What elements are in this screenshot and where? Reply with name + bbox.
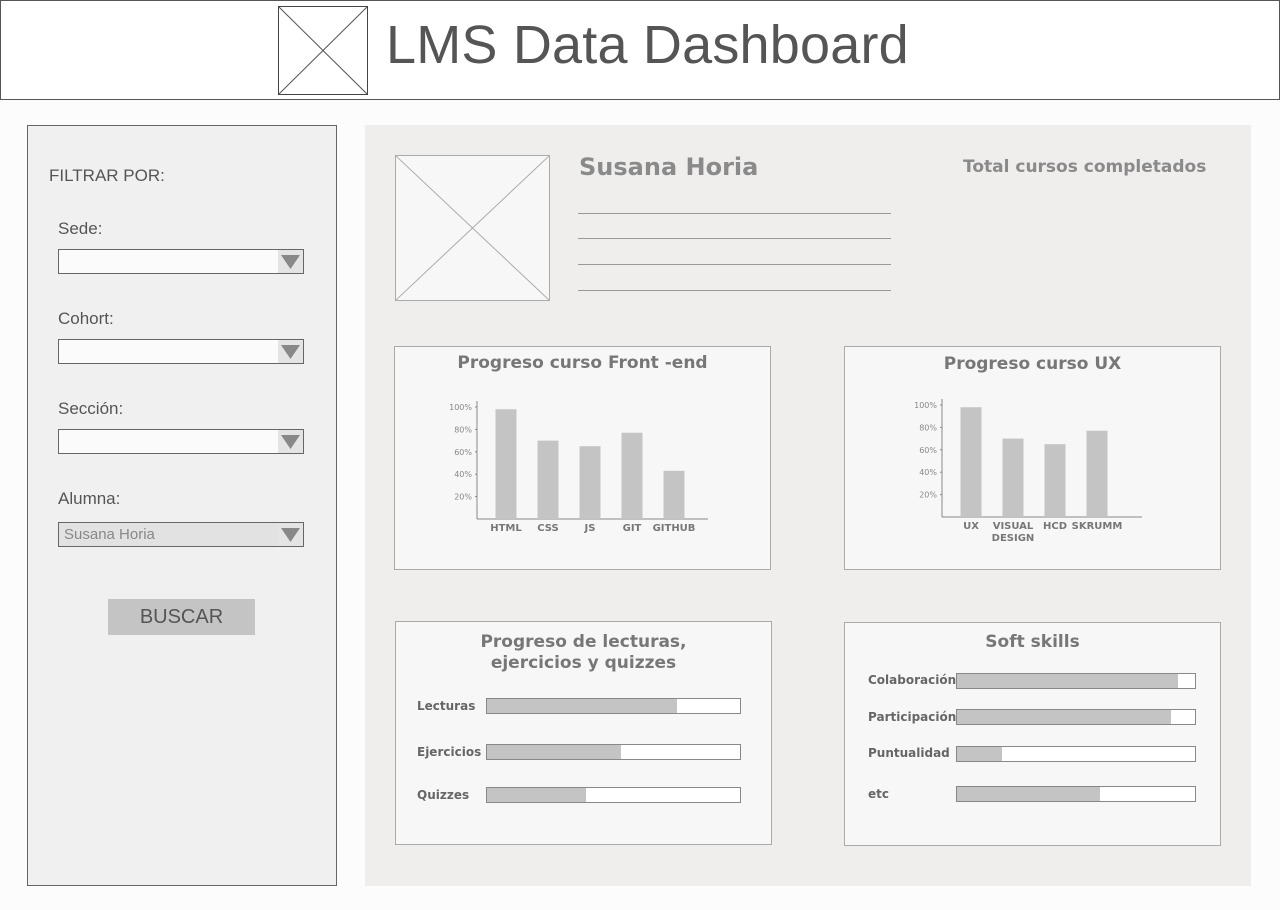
info-line <box>578 213 891 214</box>
quizzes-label: Quizzes <box>417 788 470 802</box>
info-line <box>578 238 891 239</box>
puntualidad-progress-bar <box>956 746 1196 762</box>
cohort-label: Cohort: <box>58 309 114 328</box>
alumna-label: Alumna: <box>58 489 121 508</box>
participacion-progress-bar <box>956 709 1196 725</box>
app-header: LMS Data Dashboard <box>0 0 1280 100</box>
y-tick-label: 100% <box>449 403 472 412</box>
y-tick-label: 80% <box>919 423 937 432</box>
info-line <box>578 264 891 265</box>
progress-fill <box>487 788 586 802</box>
bar-git <box>621 432 643 519</box>
filter-heading: FILTRAR POR: <box>49 166 165 185</box>
sede-label: Sede: <box>58 219 103 238</box>
search-button[interactable]: BUSCAR <box>108 599 255 635</box>
lecturas-progress-bar <box>486 698 741 714</box>
x-tick-label: HCD <box>1043 521 1067 532</box>
y-tick-label: 80% <box>454 425 472 434</box>
bar-html <box>495 409 517 519</box>
y-tick-label: 100% <box>914 401 937 410</box>
frontend-bar-chart: 20% 40% 60% 80% 100% HTML CSS JS GIT GITHUB <box>449 401 708 534</box>
filter-sidebar: FILTRAR POR: Sede: Cohort: Sección: Alum… <box>27 125 337 886</box>
bar-js <box>579 446 601 519</box>
progress-fill <box>957 747 1003 761</box>
etc-progress-bar <box>956 786 1196 802</box>
ux-bar-chart: 20% 40% 60% 80% 100% UX VISUALDESIGN HCD SKRUMM <box>914 399 1142 544</box>
progress-fill <box>487 745 622 759</box>
progress-fill <box>487 699 677 713</box>
soft-skills-title: Soft skills <box>985 632 1080 652</box>
chevron-down-icon <box>278 250 303 273</box>
y-tick-label: 20% <box>454 493 472 502</box>
x-tick-label: GITHUB <box>653 523 696 534</box>
chevron-down-icon <box>278 340 303 363</box>
soft-skills-card: Soft skills Colaboración Participación P… <box>844 622 1221 846</box>
alumna-select[interactable]: Susana Horia <box>58 522 304 547</box>
x-tick-label: JS <box>584 523 596 534</box>
colaboracion-label: Colaboración <box>868 673 957 687</box>
readings-title-line1: Progreso de lecturas, <box>480 632 687 652</box>
progress-fill <box>957 710 1172 724</box>
app-title: LMS Data Dashboard <box>386 15 909 75</box>
ux-progress-card: Progreso curso UX 20% 40% 60% 80% 100% UX VISU… <box>844 346 1221 570</box>
chevron-down-icon <box>278 523 303 546</box>
bar-ux <box>960 407 982 517</box>
image-placeholder-icon <box>278 6 368 95</box>
y-tick-label: 40% <box>454 470 472 479</box>
ejercicios-label: Ejercicios <box>417 745 482 759</box>
quizzes-progress-bar <box>486 787 741 803</box>
readings-progress-card: Progreso de lecturas, ejercicios y quizz… <box>395 621 772 845</box>
progress-fill <box>957 787 1100 801</box>
bar-github <box>663 470 685 519</box>
readings-title-line2: ejercicios y quizzes <box>490 653 677 673</box>
x-tick-label: GIT <box>623 523 642 534</box>
sede-select[interactable] <box>58 249 304 274</box>
image-placeholder-icon <box>395 155 550 301</box>
x-tick-label: DESIGN <box>992 533 1035 544</box>
participacion-label: Participación <box>868 710 957 724</box>
student-name: Susana Horia <box>579 153 759 181</box>
bar-hcd <box>1044 444 1066 517</box>
cohort-select[interactable] <box>58 339 304 364</box>
y-tick-label: 60% <box>454 448 472 457</box>
lecturas-label: Lecturas <box>417 699 476 713</box>
student-dashboard: Susana Horia Total cursos completados Pr… <box>365 125 1251 886</box>
etc-label: etc <box>868 787 889 801</box>
info-line <box>578 290 891 291</box>
x-tick-label: VISUAL <box>993 521 1034 532</box>
x-tick-label: CSS <box>537 523 558 534</box>
colaboracion-progress-bar <box>956 673 1196 689</box>
y-tick-label: 40% <box>919 468 937 477</box>
x-tick-label: SKRUMM <box>1072 521 1123 532</box>
frontend-progress-card: Progreso curso Front -end 20% 40% 60% 80% 10… <box>394 346 771 570</box>
y-tick-label: 20% <box>919 491 937 500</box>
progress-fill <box>957 674 1179 688</box>
seccion-label: Sección: <box>58 399 124 418</box>
ejercicios-progress-bar <box>486 744 741 760</box>
bar-skrumm <box>1086 430 1108 517</box>
puntualidad-label: Puntualidad <box>868 746 950 760</box>
bar-css <box>537 440 559 519</box>
total-courses-label: Total cursos completados <box>963 157 1207 177</box>
seccion-select[interactable] <box>58 429 304 454</box>
x-tick-label: HTML <box>490 523 522 534</box>
chevron-down-icon <box>278 430 303 453</box>
bar-visual-design <box>1002 438 1024 517</box>
y-tick-label: 60% <box>919 446 937 455</box>
alumna-select-value: Susana Horia <box>64 526 155 543</box>
x-tick-label: UX <box>963 521 979 532</box>
